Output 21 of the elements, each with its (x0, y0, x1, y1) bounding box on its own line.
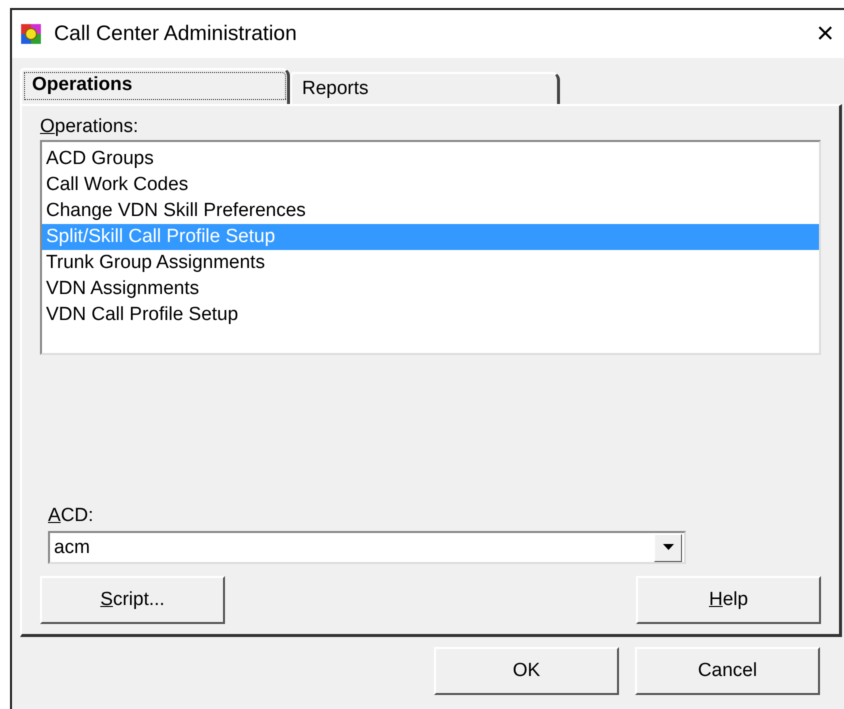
caret-icon (662, 544, 674, 552)
list-item[interactable]: VDN Assignments (42, 276, 819, 302)
list-item[interactable]: Trunk Group Assignments (42, 250, 819, 276)
panel-button[interactable]: Help (636, 576, 821, 624)
acd-label: ACD: (48, 505, 94, 528)
operations-label: Operations: (40, 116, 140, 138)
operations-list[interactable]: ACD Groups Call Work Codes Change VDN Skill Preferences Split/Skill Call Profile Setup Trunk Group Assignments VDN Assignments VDN Call Profile Setup (40, 140, 821, 356)
dialog-button[interactable]: Cancel (635, 647, 820, 695)
tab[interactable]: Operations (20, 68, 290, 104)
tab[interactable]: Reports (290, 72, 560, 104)
list-item[interactable]: Change VDN Skill Preferences (42, 198, 819, 224)
list-item[interactable]: VDN Call Profile Setup (42, 302, 819, 328)
list-item[interactable]: Call Work Codes (42, 172, 819, 198)
panel-button[interactable]: Script... (40, 576, 225, 624)
acd-dropdown[interactable]: acm (48, 531, 686, 564)
close-button[interactable]: × (800, 17, 844, 51)
window-title: Call Center Administration (54, 22, 298, 46)
dialog-button[interactable]: OK (434, 647, 619, 695)
dropdown-button[interactable] (654, 534, 682, 562)
list-item[interactable]: ACD Groups (42, 146, 819, 172)
app-icon (20, 23, 42, 45)
